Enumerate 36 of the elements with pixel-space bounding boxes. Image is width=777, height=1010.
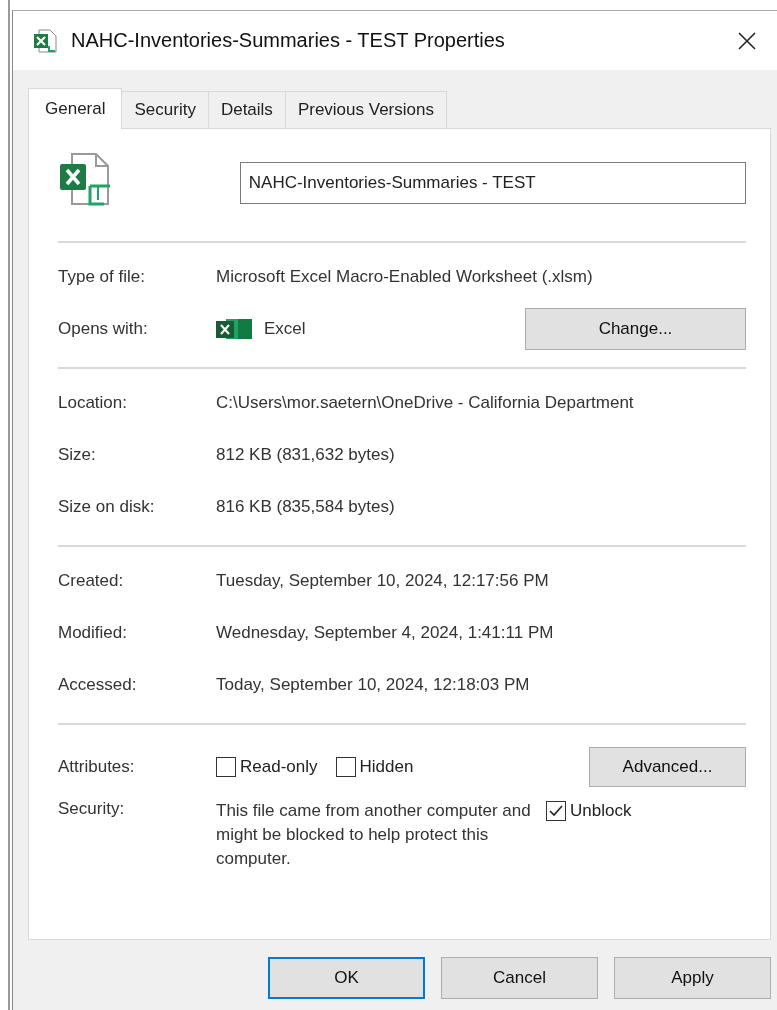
advanced-button[interactable]: Advanced... [589, 747, 746, 787]
field-value: Tuesday, September 10, 2024, 12:17:56 PM [216, 571, 549, 591]
checkbox-label: Unblock [570, 801, 632, 821]
checkbox-label: Hidden [359, 757, 414, 777]
app-name: Excel [264, 319, 306, 339]
security-message: This file came from another computer and might be blocked to help protect this computer. [216, 800, 532, 870]
change-button[interactable]: Change... [525, 308, 746, 350]
dialog-button[interactable]: Apply [614, 957, 771, 999]
field-label: Attributes: [58, 757, 136, 777]
field-value: Microsoft Excel Macro-Enabled Worksheet (.xlsm) [216, 267, 593, 287]
field-label: Size on disk: [58, 497, 156, 517]
tab[interactable]: Previous Versions [284, 91, 447, 128]
tab[interactable]: General [28, 88, 123, 129]
field-label: Opens with: [58, 319, 149, 339]
field-value: 816 KB (835,584 bytes) [216, 497, 395, 517]
field-label: Location: [58, 393, 128, 413]
checkbox[interactable] [335, 757, 356, 777]
field-value: C:\Users\mor.saetern\OneDrive - California Department [216, 393, 634, 413]
file-name-field[interactable]: NAHC-Inventories-Summaries - TEST [239, 162, 746, 204]
field-label: Security: [58, 799, 126, 820]
field-value: Wednesday, September 4, 2024, 1:41:11 PM [216, 623, 554, 643]
dialog-button[interactable]: OK [268, 957, 425, 999]
dialog-button[interactable]: Cancel [441, 957, 598, 999]
field-value: 812 KB (831,632 bytes) [216, 445, 395, 465]
excel-app-icon [216, 317, 252, 341]
field-label: Size: [58, 445, 97, 465]
checkbox[interactable] [216, 757, 236, 777]
field-label: Type of file: [58, 267, 146, 287]
checkbox-label: Read-only [240, 757, 318, 777]
field-label: Modified: [58, 623, 128, 643]
excel-file-icon [31, 26, 59, 55]
window-title: NAHC-Inventories-Summaries - TEST Properties [71, 29, 506, 52]
field-label: Created: [58, 571, 125, 591]
field-label: Accessed: [58, 675, 138, 695]
field-value: Today, September 10, 2024, 12:18:03 PM [216, 675, 530, 695]
checkbox[interactable] [546, 801, 566, 821]
